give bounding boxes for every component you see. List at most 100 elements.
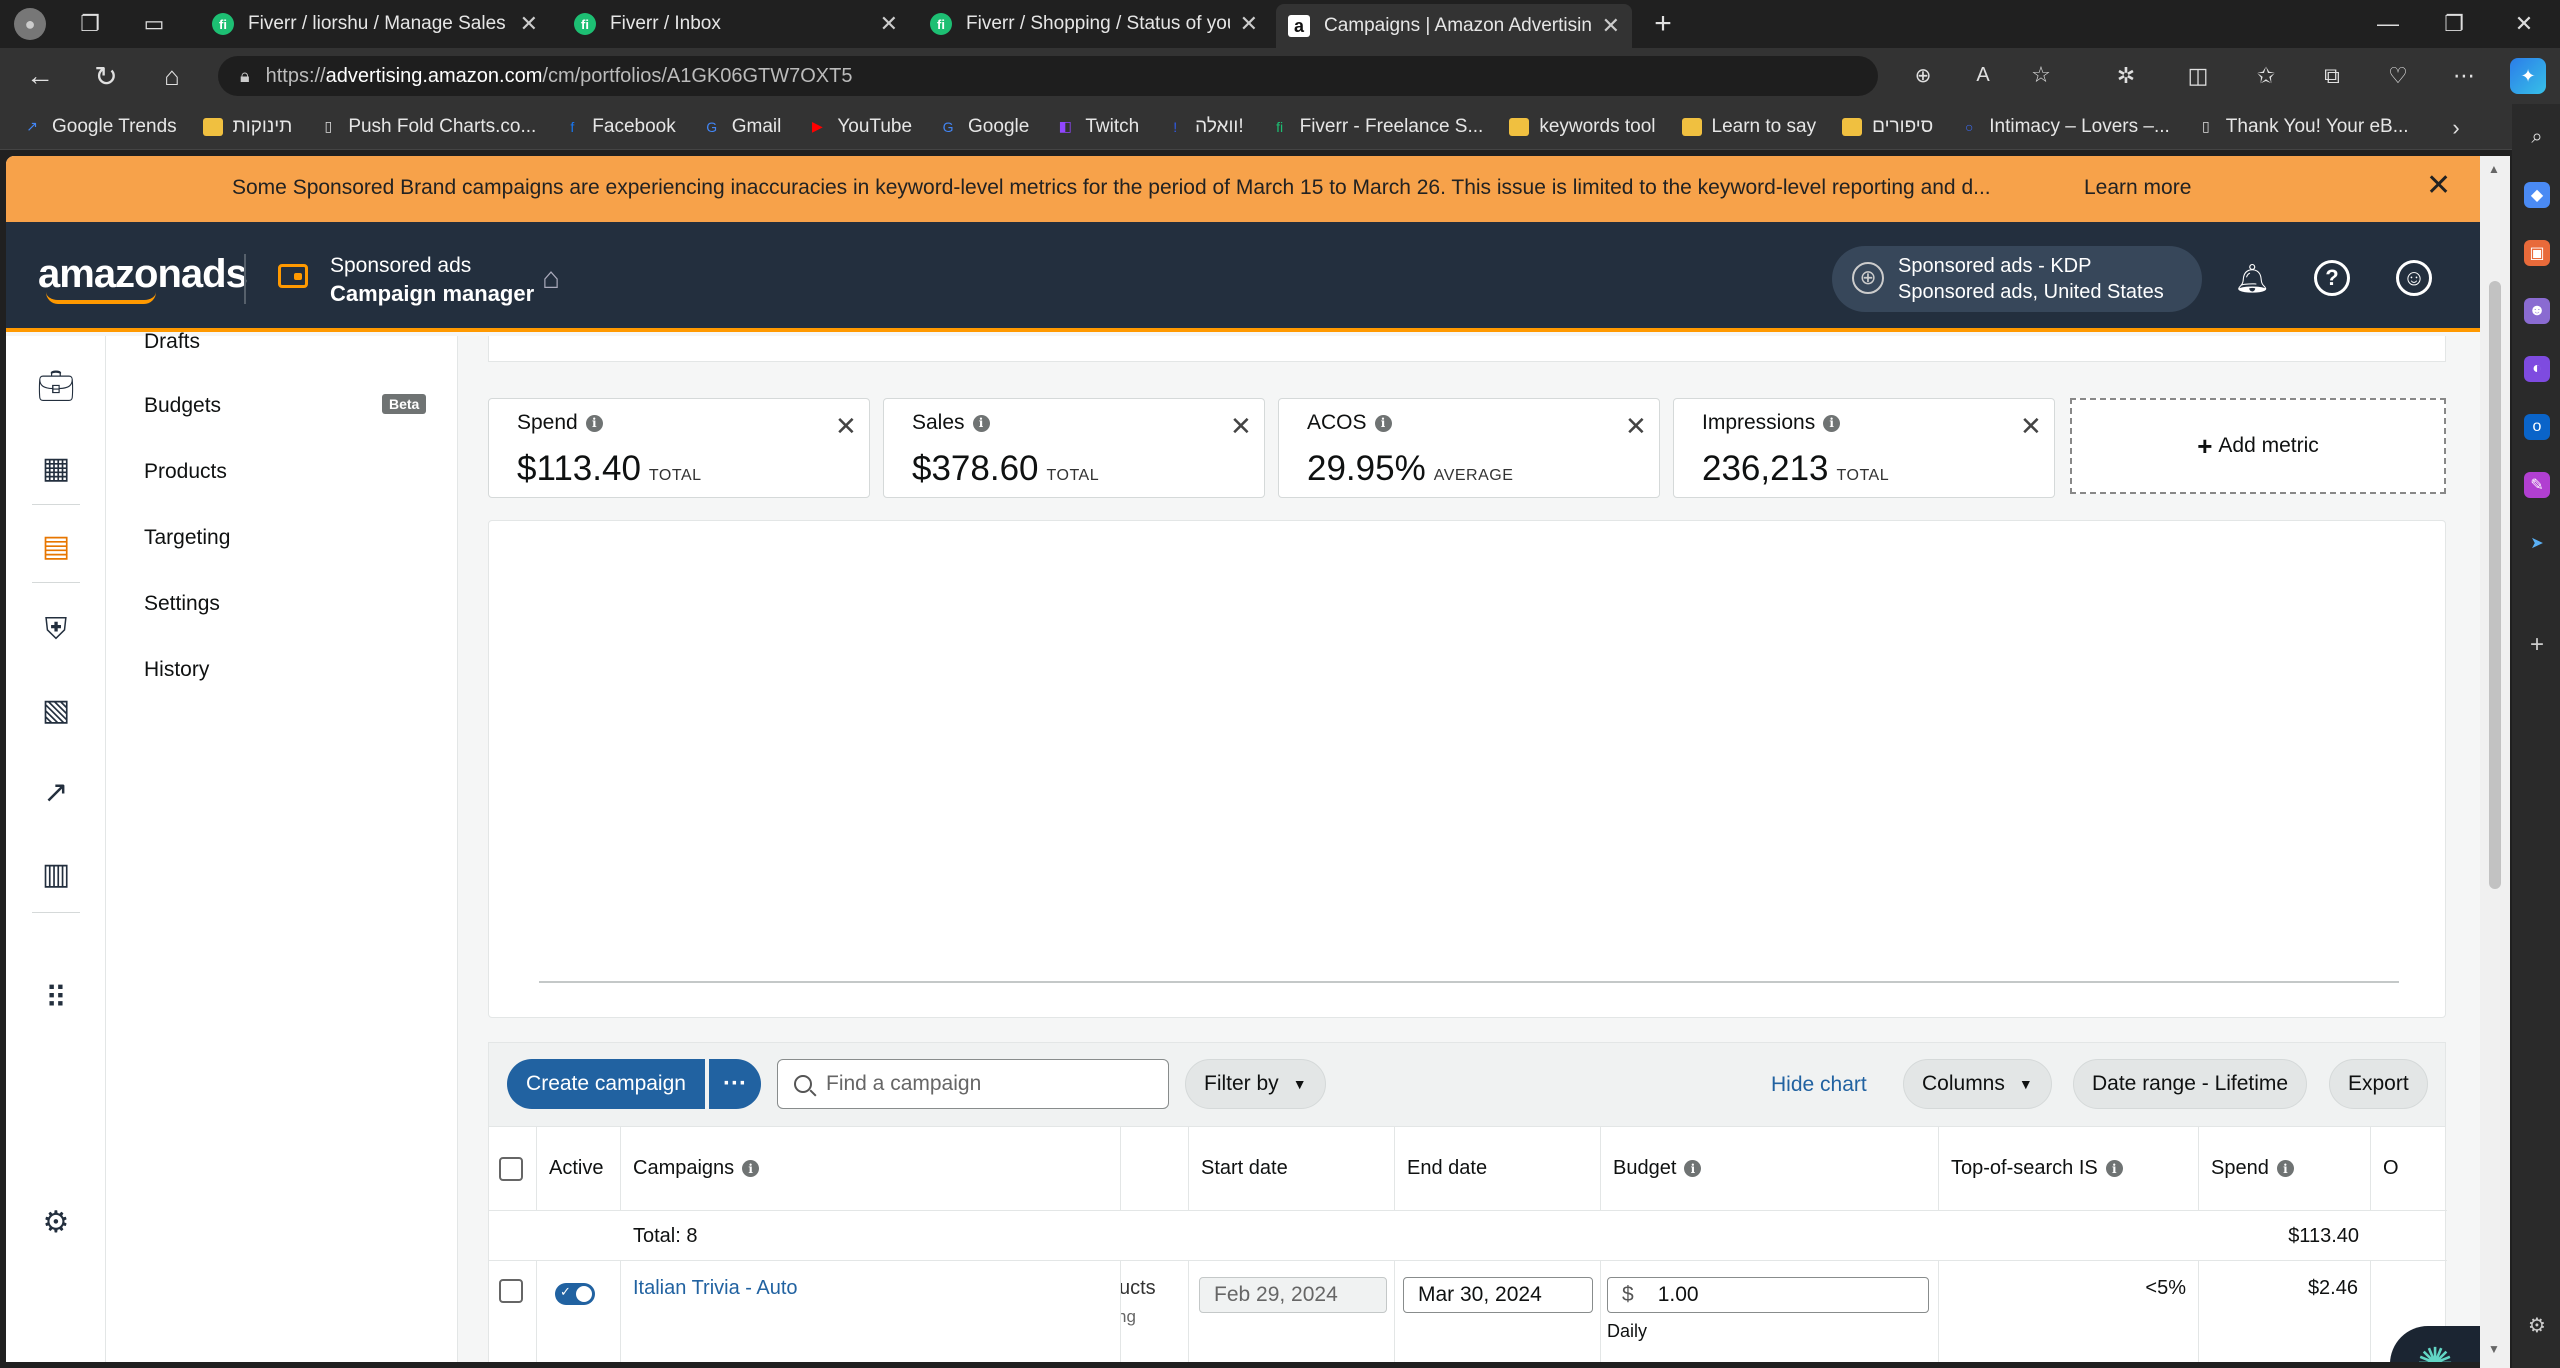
page-scrollbar[interactable]: ▲ ▼ — [2480, 156, 2510, 1368]
url-field[interactable]: 🔒︎ https://advertising.amazon.com/cm/por… — [218, 56, 2051, 96]
workspaces-icon[interactable]: ❐ — [76, 10, 104, 38]
copilot-app-icon[interactable]: ◐ — [2524, 356, 2550, 382]
scroll-up-icon[interactable]: ▲ — [2488, 162, 2500, 176]
notice-learn-more-link[interactable]: Learn more — [2084, 176, 2191, 200]
end-date-field[interactable]: Mar 30, 2024 — [1403, 1277, 1593, 1313]
campaign-name-link[interactable]: Italian Trivia - Auto — [633, 1277, 798, 1299]
column-header-budget[interactable]: Budget i — [1601, 1127, 1939, 1211]
close-tab-icon[interactable]: ✕ — [520, 11, 538, 37]
campaign-active-toggle[interactable]: ✓ — [555, 1283, 595, 1305]
row-checkbox[interactable] — [499, 1279, 523, 1303]
help-icon[interactable]: ? — [2314, 260, 2350, 296]
bookmark-item[interactable]: G Gmail — [702, 116, 781, 138]
metric-card-acos[interactable]: ACOS i 29.95% AVERAGE ✕ — [1278, 398, 1660, 498]
subnav-item-budgets[interactable]: Budgets — [144, 394, 221, 418]
apps-grid-icon[interactable]: ⠿ — [36, 978, 76, 1018]
subnav-item-history[interactable]: History — [144, 658, 209, 682]
settings-gear-icon[interactable]: ⚙ — [36, 1202, 76, 1242]
product-switcher[interactable]: Sponsored ads Campaign manager — [330, 252, 534, 309]
extensions-icon[interactable]: ✲ — [2110, 60, 2142, 92]
select-all-checkbox[interactable] — [499, 1156, 523, 1181]
columns-button[interactable]: Columns ▼ — [1903, 1059, 2052, 1109]
filter-by-button[interactable]: Filter by ▼ — [1185, 1059, 1326, 1109]
export-button[interactable]: Export — [2329, 1059, 2428, 1109]
account-switcher[interactable]: ⊕ Sponsored ads - KDP Sponsored ads, Uni… — [1832, 246, 2202, 312]
minimize-icon[interactable]: — — [2358, 6, 2418, 42]
dashboard-grid-icon[interactable]: ▦ — [36, 448, 76, 488]
remove-metric-icon[interactable]: ✕ — [2020, 411, 2042, 442]
subnav-item-targeting[interactable]: Targeting — [144, 526, 230, 550]
bookmark-item[interactable]: ! וואלה! — [1165, 116, 1243, 138]
bookmark-item[interactable]: ○ Intimacy – Lovers –... — [1959, 116, 2170, 138]
bookmark-item[interactable]: סיפורים — [1842, 116, 1933, 138]
send-icon[interactable]: ➤ — [2524, 530, 2550, 556]
scroll-down-icon[interactable]: ▼ — [2488, 1342, 2500, 1356]
info-icon[interactable]: i — [1684, 1160, 1702, 1177]
bookmarks-overflow-icon[interactable]: › — [2442, 114, 2470, 142]
subnav-item-products[interactable]: Products — [144, 460, 227, 484]
info-icon[interactable]: i — [742, 1160, 760, 1177]
add-sidebar-app-icon[interactable]: + — [2524, 631, 2550, 658]
tab-fiverr-manage-sales[interactable]: fi Fiverr / liorshu / Manage Sales ✕ — [200, 6, 550, 42]
new-tab-icon[interactable]: + — [1648, 7, 1678, 40]
close-tab-icon[interactable]: ✕ — [1240, 11, 1258, 37]
read-aloud-icon[interactable]: A — [1968, 60, 1998, 90]
trending-chart-icon[interactable]: ↗ — [36, 772, 76, 812]
notice-close-icon[interactable]: ✕ — [2426, 168, 2451, 203]
bookmark-item[interactable]: ↗ Google Trends — [22, 116, 177, 138]
tab-actions-icon[interactable]: ▭ — [140, 10, 168, 38]
collections-icon[interactable]: ⧉ — [2316, 60, 2348, 92]
close-tab-icon[interactable]: ✕ — [1602, 13, 1620, 39]
browser-essentials-icon[interactable]: ♡ — [2382, 60, 2414, 92]
profile-avatar-icon[interactable]: ● — [14, 8, 46, 40]
brand-shield-icon[interactable]: ⛨ — [36, 610, 76, 650]
split-screen-icon[interactable]: ◫ — [2182, 60, 2214, 92]
remove-metric-icon[interactable]: ✕ — [835, 411, 857, 442]
home-icon[interactable]: ⌂ — [542, 262, 560, 296]
bookmark-item[interactable]: f Facebook — [562, 116, 675, 138]
tools-icon[interactable]: ▣ — [2524, 240, 2550, 266]
favorite-star-icon[interactable]: ☆ — [2026, 60, 2056, 90]
shopping-tag-icon[interactable]: ◆ — [2524, 182, 2550, 208]
bookmark-item[interactable]: ▯ Thank You! Your eB... — [2196, 116, 2409, 138]
column-header-end-date[interactable]: End date — [1395, 1127, 1601, 1211]
people-icon[interactable]: ☻ — [2524, 298, 2550, 324]
info-icon[interactable]: i — [972, 414, 990, 432]
designer-icon[interactable]: ✎ — [2524, 472, 2550, 498]
info-icon[interactable]: i — [585, 414, 603, 432]
column-header-campaigns[interactable]: Campaigns i — [621, 1127, 1121, 1211]
outlook-icon[interactable]: o — [2524, 414, 2550, 440]
remove-metric-icon[interactable]: ✕ — [1625, 411, 1647, 442]
column-header-active[interactable]: Active — [537, 1127, 621, 1211]
column-header-spend[interactable]: Spend i — [2199, 1127, 2371, 1211]
bookmark-item[interactable]: keywords tool — [1509, 116, 1656, 138]
restore-icon[interactable]: ❐ — [2424, 6, 2484, 42]
more-actions-button[interactable]: ··· — [709, 1059, 761, 1109]
hide-chart-link[interactable]: Hide chart — [1771, 1073, 1867, 1097]
budget-input[interactable]: $ 1.00 — [1607, 1277, 1929, 1313]
info-icon[interactable]: i — [2276, 1160, 2294, 1177]
amazon-ads-logo[interactable]: amazonads — [38, 252, 248, 304]
tab-amazon-campaigns[interactable]: a Campaigns | Amazon Advertising ✕ — [1276, 4, 1632, 48]
subnav-item-drafts[interactable]: Drafts — [144, 330, 200, 354]
bookmark-item[interactable]: G Google — [938, 116, 1030, 138]
metric-card-sales[interactable]: Sales i $378.60 TOTAL ✕ — [883, 398, 1265, 498]
bookmark-item[interactable]: Learn to say — [1681, 116, 1816, 138]
find-campaign-input[interactable] — [826, 1072, 1146, 1096]
creative-assets-icon[interactable]: ▧ — [36, 690, 76, 730]
search-icon[interactable]: ⌕ — [2524, 124, 2550, 150]
close-window-icon[interactable]: ✕ — [2494, 6, 2554, 42]
bookmark-item[interactable]: ▶ YouTube — [807, 116, 912, 138]
user-profile-icon[interactable]: ☺ — [2396, 260, 2432, 296]
info-icon[interactable]: i — [1823, 414, 1841, 432]
info-icon[interactable]: i — [2105, 1160, 2123, 1177]
metric-card-impressions[interactable]: Impressions i 236,213 TOTAL ✕ — [1673, 398, 2055, 498]
favorites-icon[interactable]: ✩ — [2250, 60, 2282, 92]
close-tab-icon[interactable]: ✕ — [880, 11, 898, 37]
bookmark-item[interactable]: ◧ Twitch — [1055, 116, 1139, 138]
date-range-button[interactable]: Date range - Lifetime — [2073, 1059, 2308, 1109]
remove-metric-icon[interactable]: ✕ — [1230, 411, 1252, 442]
briefcase-icon[interactable]: 💼︎ — [36, 366, 76, 406]
home-icon[interactable]: ⌂ — [156, 60, 188, 92]
scrollbar-thumb[interactable] — [2489, 281, 2501, 889]
